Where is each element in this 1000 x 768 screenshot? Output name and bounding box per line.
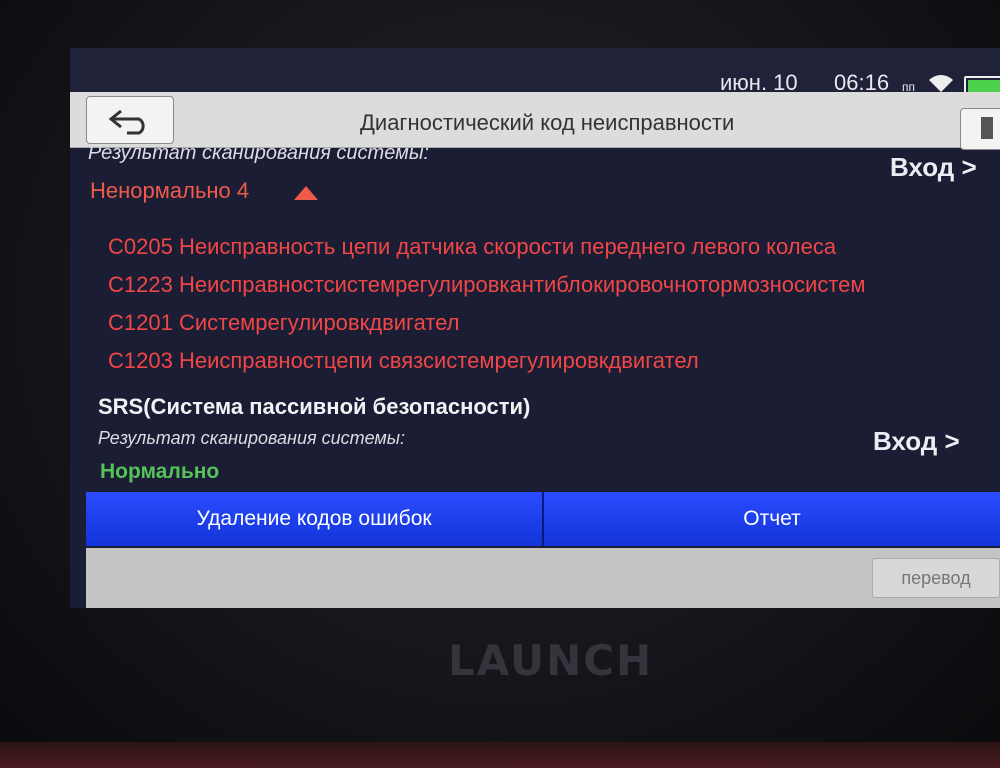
back-arrow-icon: [108, 109, 145, 135]
collapse-triangle-icon[interactable]: [294, 186, 318, 200]
enter-button[interactable]: Вход >: [890, 152, 977, 183]
fault-code-item: C1201 Системрегулировкдвигател: [108, 310, 460, 335]
fault-code-item: C1203 Неисправностцепи связсистемрегулир…: [108, 348, 699, 373]
page-title: Диагностический код неисправности: [360, 110, 735, 135]
tool-button[interactable]: [960, 108, 1000, 150]
title-bar: Диагностический код неисправности: [70, 92, 1000, 150]
bottom-bar: перевод: [86, 548, 1000, 608]
status-bar: июн. 10 06:16 пп: [70, 48, 1000, 96]
wifi-icon: [929, 75, 953, 92]
srs-enter-button[interactable]: Вход >: [873, 426, 960, 457]
bezel-edge: [0, 742, 1000, 768]
tool-icon: [981, 117, 993, 139]
fault-code-item: C0205 Неисправность цепи датчика скорост…: [108, 234, 837, 259]
screen: июн. 10 06:16 пп Диагностический код неи…: [70, 48, 1000, 608]
fault-code-list: C0205 Неисправность цепи датчика скорост…: [108, 228, 988, 380]
scan-results: Результат сканирования системы: Вход > Н…: [70, 142, 1000, 542]
scan-result-label: Результат сканирования системы:: [88, 142, 430, 164]
clear-codes-button[interactable]: Удаление кодов ошибок: [86, 492, 542, 546]
action-bar: Удаление кодов ошибок Отчет: [86, 492, 1000, 546]
abnormal-count[interactable]: Ненормально 4: [90, 178, 249, 204]
report-button[interactable]: Отчет: [542, 492, 1000, 546]
brand-logo: LAUNCH: [448, 636, 654, 685]
fault-code-item: C1223 Неисправностсистемрегулировкантибл…: [108, 272, 866, 297]
srs-status: Нормально: [100, 460, 220, 483]
translate-button[interactable]: перевод: [872, 558, 1000, 598]
srs-scan-result-label: Результат сканирования системы:: [98, 428, 405, 448]
srs-system-title: SRS(Система пассивной безопасности): [98, 394, 531, 419]
back-button[interactable]: [86, 96, 174, 144]
battery-level: [968, 80, 1000, 92]
